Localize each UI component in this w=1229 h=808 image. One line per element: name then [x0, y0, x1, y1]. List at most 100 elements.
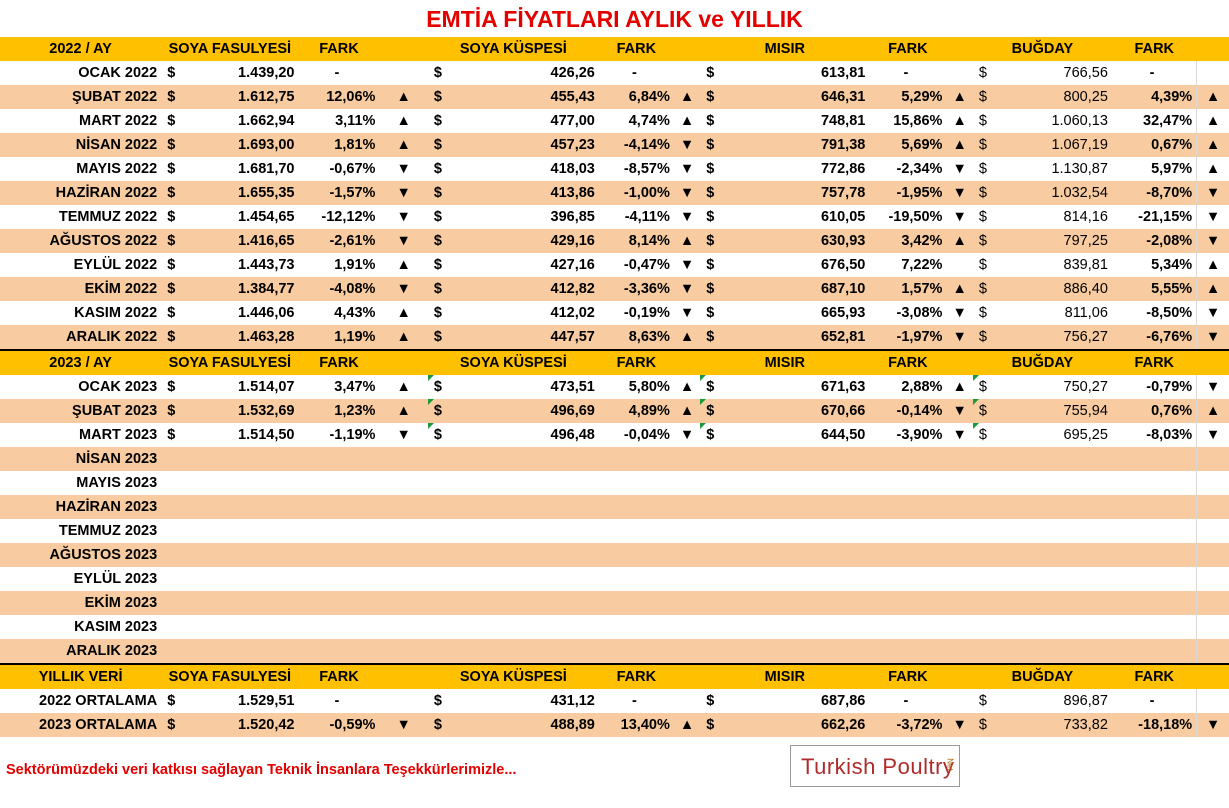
currency-symbol: $	[161, 85, 180, 109]
table-row: TEMMUZ 2022 $1.454,65 -12,12% ▼ $396,85 -4,11…	[0, 205, 1229, 229]
soya-kuspesi-change: 8,63%	[598, 325, 674, 350]
down-arrow-icon: ▼	[946, 205, 973, 229]
up-arrow-icon: ▲	[379, 85, 428, 109]
currency-symbol: $	[427, 301, 446, 325]
bugday-change: 5,97%	[1111, 157, 1198, 181]
down-arrow-icon: ▼	[1196, 713, 1229, 737]
header-fark: FARK	[869, 663, 947, 689]
bugday-change: 4,39%	[1111, 85, 1198, 109]
header-label: 2023 / AY	[0, 349, 162, 375]
table-row: AĞUSTOS 2022 $1.416,65 -2,61% ▼ $429,16 8,14%…	[0, 229, 1229, 253]
arrow-cell	[673, 519, 701, 543]
currency-symbol	[161, 591, 180, 615]
soya-kuspesi-change: -3,36%	[598, 277, 674, 301]
soya-kuspesi-change: 13,40%	[598, 713, 674, 737]
misir-change: 15,86%	[869, 109, 947, 133]
down-arrow-icon: ▼	[673, 205, 701, 229]
header-label: YILLIK VERİ	[0, 663, 162, 689]
table-row: 2022 ORTALAMA $1.529,51- $431,12- $687,86- $…	[0, 689, 1229, 713]
misir-change: 3,42%	[869, 229, 947, 253]
currency-symbol	[972, 591, 993, 615]
table-row: EYLÜL 2022 $1.443,73 1,91% ▲ $427,16 -0,47% ▼ $…	[0, 253, 1229, 277]
currency-symbol: $	[161, 157, 180, 181]
currency-symbol: $	[700, 109, 719, 133]
misir-change	[869, 639, 947, 664]
month-label: KASIM 2023	[0, 615, 162, 639]
header-spacer	[946, 663, 973, 689]
down-arrow-icon: ▼	[1196, 375, 1229, 399]
up-arrow-icon: ▲	[379, 375, 428, 399]
currency-symbol	[700, 639, 719, 664]
currency-symbol: $	[700, 205, 719, 229]
bugday-change	[1111, 471, 1198, 495]
month-label: OCAK 2023	[0, 375, 162, 399]
header-fark: FARK	[298, 663, 380, 689]
currency-symbol	[427, 447, 446, 471]
soya-fasulyesi-price: 1.612,75	[179, 85, 299, 109]
soya-kuspesi-change: 4,74%	[598, 109, 674, 133]
soya-fasulyesi-price: 1.439,20	[179, 61, 299, 85]
currency-symbol	[161, 615, 180, 639]
arrow-cell	[379, 567, 428, 591]
currency-symbol	[161, 471, 180, 495]
currency-symbol	[972, 519, 993, 543]
soya-kuspesi-price: 412,02	[445, 301, 599, 325]
currency-symbol	[700, 519, 719, 543]
bugday-price	[992, 471, 1112, 495]
misir-change: -3,08%	[869, 301, 947, 325]
currency-symbol	[161, 519, 180, 543]
currency-symbol: $	[161, 423, 180, 447]
soya-fasulyesi-price: 1.514,50	[179, 423, 299, 447]
misir-change: -	[869, 61, 947, 85]
currency-symbol	[427, 471, 446, 495]
table-row: ŞUBAT 2023 $1.532,69 1,23% ▲ $496,69 4,89% ▲ $6…	[0, 399, 1229, 423]
header-bugday: BUĞDAY	[972, 37, 1112, 61]
currency-symbol: $	[427, 133, 446, 157]
misir-change	[869, 591, 947, 615]
misir-change	[869, 447, 947, 471]
bugday-change: -8,50%	[1111, 301, 1198, 325]
bugday-change: 5,55%	[1111, 277, 1198, 301]
bugday-change	[1111, 639, 1198, 664]
soya-kuspesi-change: 5,80%	[598, 375, 674, 399]
table-row: ARALIK 2023	[0, 639, 1229, 664]
arrow-cell	[946, 519, 973, 543]
header-fark: FARK	[298, 37, 380, 61]
misir-price	[718, 495, 870, 519]
misir-price	[718, 615, 870, 639]
soya-fasulyesi-change: -1,19%	[298, 423, 380, 447]
misir-change: -3,72%	[869, 713, 947, 737]
currency-symbol: $	[972, 689, 993, 713]
up-arrow-icon: ▲	[1196, 399, 1229, 423]
down-arrow-icon: ▼	[673, 253, 701, 277]
header-spacer	[379, 663, 428, 689]
arrow-cell	[946, 543, 973, 567]
soya-kuspesi-change: -0,19%	[598, 301, 674, 325]
up-arrow-icon: ▲	[379, 325, 428, 350]
soya-kuspesi-price	[445, 519, 599, 543]
header-fark: FARK	[869, 37, 947, 61]
currency-symbol	[700, 567, 719, 591]
soya-fasulyesi-change	[298, 591, 380, 615]
soya-kuspesi-price: 426,26	[445, 61, 599, 85]
currency-symbol: $	[972, 375, 993, 399]
currency-symbol	[161, 447, 180, 471]
bugday-price: 896,87	[992, 689, 1112, 713]
soya-fasulyesi-change: -2,61%	[298, 229, 380, 253]
soya-fasulyesi-price	[179, 447, 299, 471]
currency-symbol	[427, 639, 446, 664]
bugday-change: 5,34%	[1111, 253, 1198, 277]
header-spacer	[673, 663, 701, 689]
down-arrow-icon: ▼	[1196, 325, 1229, 350]
currency-symbol: $	[427, 85, 446, 109]
arrow-cell	[673, 591, 701, 615]
arrow-cell	[1196, 567, 1229, 591]
down-arrow-icon: ▼	[946, 399, 973, 423]
soya-fasulyesi-price: 1.443,73	[179, 253, 299, 277]
currency-symbol: $	[972, 229, 993, 253]
soya-fasulyesi-change	[298, 543, 380, 567]
soya-fasulyesi-price: 1.454,65	[179, 205, 299, 229]
month-label: NİSAN 2022	[0, 133, 162, 157]
soya-kuspesi-price: 496,48	[445, 423, 599, 447]
bugday-change	[1111, 543, 1198, 567]
